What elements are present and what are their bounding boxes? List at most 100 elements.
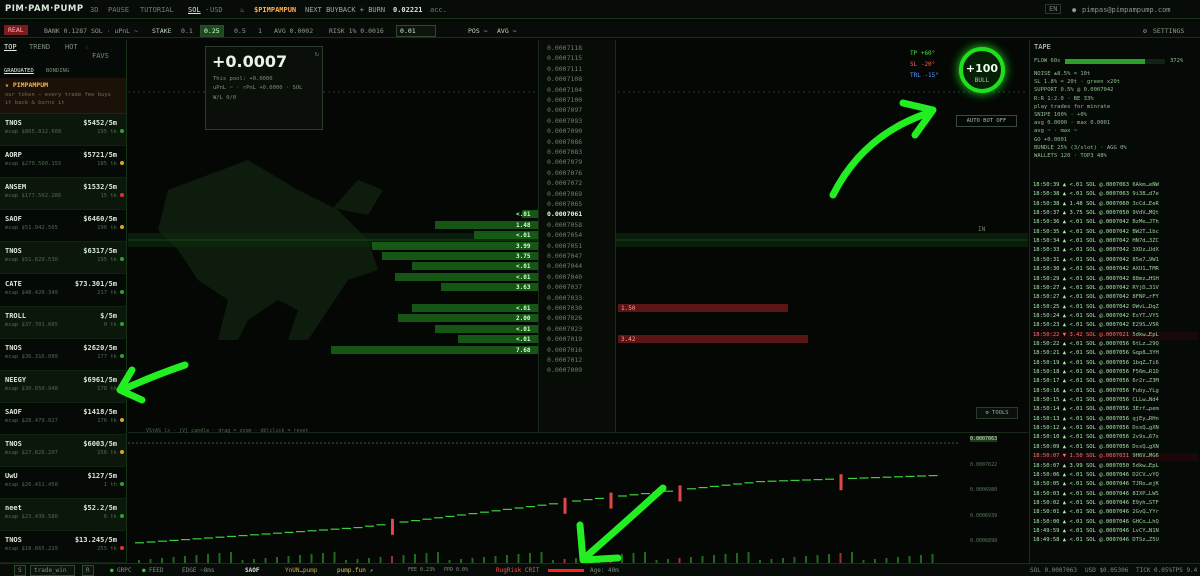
pumpfun-link[interactable]: pump.fun ↗: [337, 567, 373, 574]
trade-row[interactable]: 18:50:16 ▲ <.01 SOL @.0007056 Fuby…YLg: [1033, 388, 1198, 396]
trade-row[interactable]: 18:50:12 ▲ <.01 SOL @.0007056 DssQ…gXN: [1033, 425, 1198, 433]
subtab-graduated[interactable]: GRADUATED: [4, 68, 34, 74]
trade-row[interactable]: 18:50:33 ▲ <.01 SOL @.0007042 3XDz…UdX: [1033, 247, 1198, 255]
tab-favs[interactable]: FAVS: [92, 52, 109, 60]
coin-row[interactable]: SAOF $1418/5m mcap $28.479.027 176 tk: [0, 403, 126, 435]
trade-row[interactable]: 18:50:19 ▲ <.01 SOL @.0007056 1bqZ…Ti6: [1033, 360, 1198, 368]
coin-row[interactable]: neet $52.2/5m mcap $23.430.580 6 tk: [0, 499, 126, 532]
tp-label[interactable]: TP +60°: [910, 50, 935, 57]
trade-row[interactable]: 18:50:35 ▲ <.01 SOL @.0007042 BW2T…1bc: [1033, 229, 1198, 237]
trade-row[interactable]: 18:50:06 ▲ <.01 SOL @.0007046 D2CV…vYQ: [1033, 472, 1198, 480]
trade-row[interactable]: 18:50:13 ▲ <.01 SOL @.0007056 qjEy…RHn: [1033, 416, 1198, 424]
stake-0-5[interactable]: 0.5: [234, 27, 246, 35]
trade-row[interactable]: 18:50:22 ▲ <.01 SOL @.0007056 6tLz…29Q: [1033, 341, 1198, 349]
coin-row[interactable]: SAOF $6460/5m mcap $51.942.565 196 tk: [0, 210, 126, 243]
stake-input[interactable]: 0.01: [396, 25, 436, 37]
app-logo[interactable]: PIM·PAM·PUMP: [5, 4, 84, 14]
ladder-price[interactable]: 0.0007030: [547, 304, 582, 312]
ladder-price[interactable]: 0.0007040: [547, 273, 582, 281]
user-email[interactable]: pimpas@pimpampump.com: [1082, 6, 1171, 14]
ladder-price[interactable]: 0.0007023: [547, 325, 582, 333]
trade-row[interactable]: 18:49:59 ▲ <.01 SOL @.0007046 LvCY…N1N: [1033, 528, 1198, 536]
trade-row[interactable]: 18:49:58 ▲ <.01 SOL @.0007046 DTSz…Z5U: [1033, 537, 1198, 545]
sl-label[interactable]: SL -20°: [910, 61, 935, 68]
ladder-price[interactable]: 0.0007069: [547, 190, 582, 198]
settings-button[interactable]: SETTINGS: [1153, 27, 1184, 35]
ladder-price[interactable]: 0.0007061: [547, 210, 582, 218]
ladder-price[interactable]: 0.0007051: [547, 242, 582, 250]
ladder-price[interactable]: 0.0007090: [547, 127, 582, 135]
ladder-price[interactable]: 0.0007065: [547, 200, 582, 208]
trade-row[interactable]: 18:50:36 ▲ <.01 SOL @.0007042 BzMe…JTh: [1033, 219, 1198, 227]
trade-row[interactable]: 18:50:05 ▲ <.01 SOL @.0007046 TJRo…ejK: [1033, 481, 1198, 489]
coin-row[interactable]: TNOS $2620/5m mcap $36.316.089 177 tk: [0, 339, 126, 371]
ladder-price[interactable]: 0.0007093: [547, 117, 582, 125]
trade-row[interactable]: 18:50:21 ▲ <.01 SOL @.0007056 Gqp8…3YH: [1033, 350, 1198, 358]
ladder-price[interactable]: 0.0007086: [547, 138, 582, 146]
ladder-price[interactable]: 0.0007076: [547, 169, 582, 177]
ladder-price[interactable]: 0.0007016: [547, 346, 582, 354]
trade-row[interactable]: 18:50:38 ▲ <.01 SOL @.0007063 9i38…d7e: [1033, 191, 1198, 199]
ladder-price[interactable]: 0.0007037: [547, 283, 582, 291]
real-mode-button[interactable]: REAL: [4, 25, 28, 35]
trade-row[interactable]: 18:50:18 ▲ <.01 SOL @.0007056 F56m…R1D: [1033, 369, 1198, 377]
trade-row[interactable]: 18:50:31 ▲ <.01 SOL @.0007042 85e7…9W1: [1033, 257, 1198, 265]
trade-row[interactable]: 18:50:00 ▲ <.01 SOL @.0007046 GHCo…LhQ: [1033, 519, 1198, 527]
ladder-price[interactable]: 0.0007104: [547, 86, 582, 94]
coin-row[interactable]: AORP $5721/5m mcap $270.560.155 185 tk: [0, 146, 126, 179]
ladder-price[interactable]: 0.0007097: [547, 106, 582, 114]
ladder-price[interactable]: 0.0007083: [547, 148, 582, 156]
stake-1[interactable]: 1: [258, 27, 262, 35]
coin-row[interactable]: TNOS $13.245/5m mcap $18.665.229 255 tk: [0, 531, 126, 563]
ladder-price[interactable]: 0.0007019: [547, 335, 582, 343]
auto-bot-button[interactable]: AUTO BOT OFF: [956, 115, 1017, 127]
ladder-price[interactable]: 0.0007100: [547, 96, 582, 104]
ladder-price[interactable]: 0.0007058: [547, 221, 582, 229]
trade-row[interactable]: 18:50:37 ▲ 3.75 SOL @.0007050 9VdV…MQt: [1033, 210, 1198, 218]
trade-row[interactable]: 18:50:15 ▲ <.01 SOL @.0007056 CLLw…Nd4: [1033, 397, 1198, 405]
tab-hot[interactable]: HOT: [65, 43, 78, 51]
ladder-price[interactable]: 0.0007108: [547, 75, 582, 83]
ladder-price[interactable]: 0.0007033: [547, 294, 582, 302]
trade-row[interactable]: 18:50:25 ▲ <.01 SOL @.0007042 DWvL…DqZ: [1033, 304, 1198, 312]
trade-row[interactable]: 18:50:30 ▲ <.01 SOL @.0007042 AXU1…TMR: [1033, 266, 1198, 274]
bot-score-gauge[interactable]: +100 BULL: [959, 47, 1005, 93]
currency-sol[interactable]: SOL: [188, 6, 201, 14]
trade-row[interactable]: 18:50:17 ▲ <.01 SOL @.0007056 6r2r…Z3M: [1033, 378, 1198, 386]
promo-card[interactable]: ★ PIMPAMPUM our token — every trade fee …: [0, 78, 126, 114]
token-name[interactable]: $PIMPAMPUN: [254, 6, 296, 14]
currency-usd[interactable]: USD: [210, 6, 223, 14]
subtab-bonding[interactable]: BONDING: [46, 68, 69, 74]
nav-tutorial[interactable]: TUTORIAL: [140, 6, 174, 14]
ladder-price[interactable]: 0.0007009: [547, 366, 582, 374]
ladder-price[interactable]: 0.0007012: [547, 356, 582, 364]
tab-top[interactable]: TOP: [4, 43, 17, 51]
coin-row[interactable]: TNOS $5452/5m mcap $805.812.608 195 tk: [0, 114, 126, 146]
ladder-price[interactable]: 0.0007111: [547, 65, 582, 73]
coin-row[interactable]: NEEGY $6961/5m mcap $30.650.948 178 tk: [0, 370, 126, 403]
coin-row[interactable]: ANSEM $1532/5m mcap $177.502.286 15 tk: [0, 178, 126, 211]
trade-row[interactable]: 18:50:07 ▲ 3.99 SOL @.0007050 5dkw…EpL: [1033, 463, 1198, 471]
ladder-price[interactable]: 0.0007079: [547, 158, 582, 166]
r-button[interactable]: R: [82, 565, 94, 576]
trade-row[interactable]: 18:50:14 ▲ <.01 SOL @.0007056 3Erf…pem: [1033, 406, 1198, 414]
coin-row[interactable]: TNOS $6317/5m mcap $51.829.530 195 tk: [0, 242, 126, 275]
layout-select[interactable]: trade_win: [30, 565, 75, 576]
trade-row[interactable]: 18:50:34 ▲ <.01 SOL @.0007042 HN7d…3ZC: [1033, 238, 1198, 246]
trade-row[interactable]: 18:50:03 ▲ <.01 SOL @.0007046 8IXP…LWS: [1033, 491, 1198, 499]
tab-trend[interactable]: TREND: [29, 43, 50, 51]
ladder-price[interactable]: 0.0007047: [547, 252, 582, 260]
trade-row[interactable]: 18:50:10 ▲ <.01 SOL @.0007056 2v9s…67x: [1033, 434, 1198, 442]
trade-row[interactable]: 18:50:38 ▲ 1.48 SOL @.0007060 3cCd…EeR: [1033, 201, 1198, 209]
trade-row[interactable]: 18:50:01 ▲ <.01 SOL @.0007046 2GvQ…YYr: [1033, 509, 1198, 517]
coin-row[interactable]: UwU $127/5m mcap $26.411.450 1 th: [0, 467, 126, 500]
trade-row[interactable]: 18:50:22 ▼ 3.42 SOL @.0007021 5dkw…EpL: [1033, 331, 1198, 340]
coin-row[interactable]: CATE $73.301/5m mcap $48.420.349 217 tk: [0, 275, 126, 307]
ladder-price[interactable]: 0.0007026: [547, 314, 582, 322]
tools-button[interactable]: ⚙ TOOLS: [976, 407, 1018, 419]
nav-3d[interactable]: 3D: [90, 6, 98, 14]
trade-row[interactable]: 18:50:02 ▲ <.01 SOL @.0007046 E9yh…STF: [1033, 500, 1198, 508]
trade-row[interactable]: 18:50:27 ▲ <.01 SOL @.0007042 8FNP…rFY: [1033, 294, 1198, 302]
stake-0-25[interactable]: 0.25: [200, 25, 224, 37]
ladder-price[interactable]: 0.0007118: [547, 44, 582, 52]
